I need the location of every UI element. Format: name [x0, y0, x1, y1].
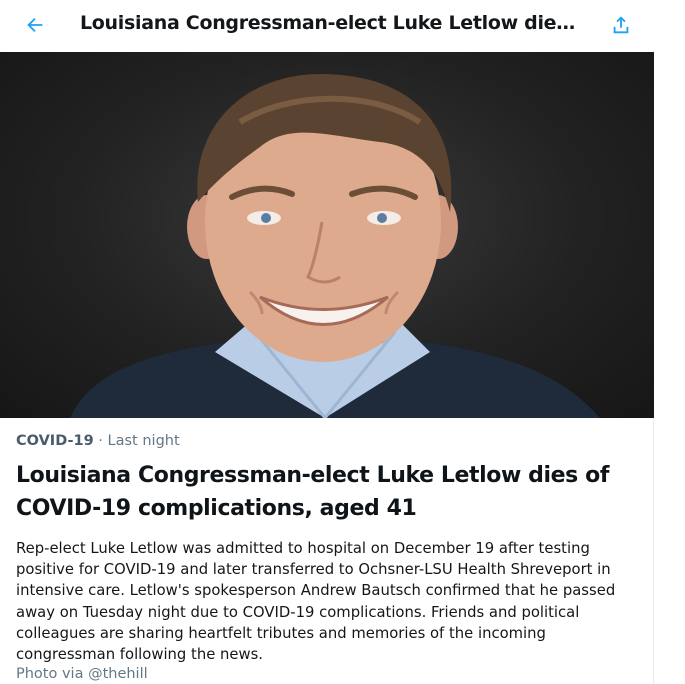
- share-button[interactable]: [604, 8, 638, 42]
- share-icon: [613, 16, 629, 34]
- category-label[interactable]: COVID-19: [16, 433, 94, 449]
- header-title: Louisiana Congressman-elect Luke Letlow …: [80, 12, 580, 34]
- article-photo[interactable]: [0, 52, 654, 418]
- article-summary: Rep-elect Luke Letlow was admitted to ho…: [16, 540, 616, 664]
- moment-panel: Louisiana Congressman-elect Luke Letlow …: [0, 0, 654, 684]
- article-headline: Louisiana Congressman-elect Luke Letlow …: [16, 463, 610, 521]
- meta-separator: ·: [93, 433, 108, 449]
- article-meta: COVID-19 · Last night: [16, 433, 180, 449]
- top-bar: Louisiana Congressman-elect Luke Letlow …: [0, 0, 654, 50]
- arrow-left-icon: [27, 17, 43, 33]
- portrait-image: [70, 73, 600, 418]
- photo-credit: Photo via @thehill: [16, 666, 148, 682]
- timestamp: Last night: [107, 433, 180, 449]
- back-button[interactable]: [18, 8, 52, 42]
